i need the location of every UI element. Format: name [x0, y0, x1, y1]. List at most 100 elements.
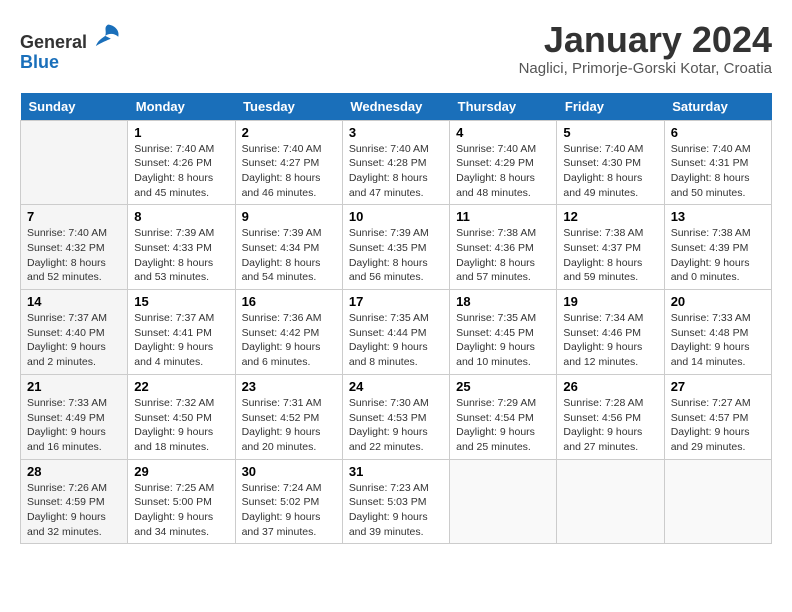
- calendar-day-cell: 25 Sunrise: 7:29 AM Sunset: 4:54 PM Dayli…: [450, 374, 557, 459]
- day-number: 29: [134, 464, 228, 479]
- day-number: 19: [563, 294, 657, 309]
- logo-general: General: [20, 32, 87, 52]
- calendar-day-cell: 12 Sunrise: 7:38 AM Sunset: 4:37 PM Dayli…: [557, 205, 664, 290]
- calendar-day-header: Monday: [128, 93, 235, 121]
- day-info: Sunrise: 7:33 AM Sunset: 4:49 PM Dayligh…: [27, 396, 121, 455]
- calendar-day-cell: 8Sunrise: 7:39 AM Sunset: 4:33 PM Daylig…: [128, 205, 235, 290]
- calendar-day-cell: 13 Sunrise: 7:38 AM Sunset: 4:39 PM Dayli…: [664, 205, 771, 290]
- day-info: Sunrise: 7:40 AM Sunset: 4:29 PM Dayligh…: [456, 142, 550, 201]
- calendar-day-cell: 2Sunrise: 7:40 AM Sunset: 4:27 PM Daylig…: [235, 120, 342, 205]
- calendar-day-cell: 6 Sunrise: 7:40 AM Sunset: 4:31 PM Daylig…: [664, 120, 771, 205]
- day-number: 15: [134, 294, 228, 309]
- day-number: 26: [563, 379, 657, 394]
- calendar-day-cell: 14Sunrise: 7:37 AM Sunset: 4:40 PM Dayli…: [21, 290, 128, 375]
- calendar-day-cell: 24Sunrise: 7:30 AM Sunset: 4:53 PM Dayli…: [342, 374, 449, 459]
- calendar-day-cell: 28 Sunrise: 7:26 AM Sunset: 4:59 PM Dayli…: [21, 459, 128, 544]
- calendar-day-cell: 22 Sunrise: 7:32 AM Sunset: 4:50 PM Dayli…: [128, 374, 235, 459]
- calendar-day-cell: [557, 459, 664, 544]
- calendar-week-row: 14Sunrise: 7:37 AM Sunset: 4:40 PM Dayli…: [21, 290, 772, 375]
- calendar-day-header: Wednesday: [342, 93, 449, 121]
- day-info: Sunrise: 7:30 AM Sunset: 4:53 PM Dayligh…: [349, 396, 443, 455]
- calendar-week-row: 28 Sunrise: 7:26 AM Sunset: 4:59 PM Dayli…: [21, 459, 772, 544]
- calendar-day-cell: 20 Sunrise: 7:33 AM Sunset: 4:48 PM Dayli…: [664, 290, 771, 375]
- calendar-day-cell: 1 Sunrise: 7:40 AM Sunset: 4:26 PM Daylig…: [128, 120, 235, 205]
- day-number: 3: [349, 125, 443, 140]
- day-number: 22: [134, 379, 228, 394]
- calendar-day-header: Thursday: [450, 93, 557, 121]
- day-info: Sunrise: 7:40 AM Sunset: 4:30 PM Dayligh…: [563, 142, 657, 201]
- day-number: 7: [27, 209, 121, 224]
- calendar-day-cell: 11 Sunrise: 7:38 AM Sunset: 4:36 PM Dayli…: [450, 205, 557, 290]
- calendar-day-cell: 31 Sunrise: 7:23 AM Sunset: 5:03 PM Dayli…: [342, 459, 449, 544]
- day-info: Sunrise: 7:38 AM Sunset: 4:39 PM Dayligh…: [671, 226, 765, 285]
- day-info: Sunrise: 7:40 AM Sunset: 4:28 PM Dayligh…: [349, 142, 443, 201]
- day-number: 30: [242, 464, 336, 479]
- calendar-week-row: 1 Sunrise: 7:40 AM Sunset: 4:26 PM Daylig…: [21, 120, 772, 205]
- logo: General Blue: [20, 20, 122, 73]
- day-info: Sunrise: 7:28 AM Sunset: 4:56 PM Dayligh…: [563, 396, 657, 455]
- calendar-day-cell: 9Sunrise: 7:39 AM Sunset: 4:34 PM Daylig…: [235, 205, 342, 290]
- day-info: Sunrise: 7:31 AM Sunset: 4:52 PM Dayligh…: [242, 396, 336, 455]
- calendar-day-cell: 5 Sunrise: 7:40 AM Sunset: 4:30 PM Daylig…: [557, 120, 664, 205]
- page-header: General Blue January 2024 Naglici, Primo…: [20, 20, 772, 77]
- calendar-day-cell: 18 Sunrise: 7:35 AM Sunset: 4:45 PM Dayli…: [450, 290, 557, 375]
- logo-blue: Blue: [20, 52, 59, 72]
- calendar-day-cell: 7Sunrise: 7:40 AM Sunset: 4:32 PM Daylig…: [21, 205, 128, 290]
- day-number: 9: [242, 209, 336, 224]
- calendar-day-cell: 27Sunrise: 7:27 AM Sunset: 4:57 PM Dayli…: [664, 374, 771, 459]
- day-number: 10: [349, 209, 443, 224]
- calendar-table: SundayMondayTuesdayWednesdayThursdayFrid…: [20, 93, 772, 545]
- day-info: Sunrise: 7:33 AM Sunset: 4:48 PM Dayligh…: [671, 311, 765, 370]
- day-info: Sunrise: 7:24 AM Sunset: 5:02 PM Dayligh…: [242, 481, 336, 540]
- day-number: 20: [671, 294, 765, 309]
- calendar-day-cell: [664, 459, 771, 544]
- day-info: Sunrise: 7:35 AM Sunset: 4:44 PM Dayligh…: [349, 311, 443, 370]
- day-number: 23: [242, 379, 336, 394]
- day-number: 11: [456, 209, 550, 224]
- calendar-body: 1 Sunrise: 7:40 AM Sunset: 4:26 PM Daylig…: [21, 120, 772, 544]
- day-info: Sunrise: 7:38 AM Sunset: 4:36 PM Dayligh…: [456, 226, 550, 285]
- day-info: Sunrise: 7:32 AM Sunset: 4:50 PM Dayligh…: [134, 396, 228, 455]
- calendar-day-cell: 21Sunrise: 7:33 AM Sunset: 4:49 PM Dayli…: [21, 374, 128, 459]
- day-info: Sunrise: 7:29 AM Sunset: 4:54 PM Dayligh…: [456, 396, 550, 455]
- day-number: 12: [563, 209, 657, 224]
- calendar-day-cell: 19 Sunrise: 7:34 AM Sunset: 4:46 PM Dayli…: [557, 290, 664, 375]
- day-info: Sunrise: 7:39 AM Sunset: 4:35 PM Dayligh…: [349, 226, 443, 285]
- calendar-week-row: 21Sunrise: 7:33 AM Sunset: 4:49 PM Dayli…: [21, 374, 772, 459]
- day-number: 17: [349, 294, 443, 309]
- day-number: 13: [671, 209, 765, 224]
- calendar-day-cell: [450, 459, 557, 544]
- calendar-day-header: Tuesday: [235, 93, 342, 121]
- calendar-day-cell: 26 Sunrise: 7:28 AM Sunset: 4:56 PM Dayli…: [557, 374, 664, 459]
- day-number: 5: [563, 125, 657, 140]
- day-info: Sunrise: 7:23 AM Sunset: 5:03 PM Dayligh…: [349, 481, 443, 540]
- calendar-day-cell: 3 Sunrise: 7:40 AM Sunset: 4:28 PM Daylig…: [342, 120, 449, 205]
- title-block: January 2024 Naglici, Primorje-Gorski Ko…: [519, 20, 772, 77]
- day-info: Sunrise: 7:39 AM Sunset: 4:33 PM Dayligh…: [134, 226, 228, 285]
- day-info: Sunrise: 7:38 AM Sunset: 4:37 PM Dayligh…: [563, 226, 657, 285]
- day-info: Sunrise: 7:40 AM Sunset: 4:31 PM Dayligh…: [671, 142, 765, 201]
- day-number: 25: [456, 379, 550, 394]
- day-number: 2: [242, 125, 336, 140]
- logo-bird-icon: [94, 20, 122, 48]
- day-info: Sunrise: 7:37 AM Sunset: 4:41 PM Dayligh…: [134, 311, 228, 370]
- day-info: Sunrise: 7:26 AM Sunset: 4:59 PM Dayligh…: [27, 481, 121, 540]
- day-number: 6: [671, 125, 765, 140]
- day-number: 28: [27, 464, 121, 479]
- day-number: 31: [349, 464, 443, 479]
- day-info: Sunrise: 7:34 AM Sunset: 4:46 PM Dayligh…: [563, 311, 657, 370]
- calendar-day-cell: 23 Sunrise: 7:31 AM Sunset: 4:52 PM Dayli…: [235, 374, 342, 459]
- logo-line1: General: [20, 20, 122, 53]
- day-number: 18: [456, 294, 550, 309]
- day-info: Sunrise: 7:36 AM Sunset: 4:42 PM Dayligh…: [242, 311, 336, 370]
- calendar-day-cell: [21, 120, 128, 205]
- page-subtitle: Naglici, Primorje-Gorski Kotar, Croatia: [519, 60, 772, 77]
- day-info: Sunrise: 7:40 AM Sunset: 4:26 PM Dayligh…: [134, 142, 228, 201]
- calendar-day-cell: 16 Sunrise: 7:36 AM Sunset: 4:42 PM Dayli…: [235, 290, 342, 375]
- calendar-day-cell: 17 Sunrise: 7:35 AM Sunset: 4:44 PM Dayli…: [342, 290, 449, 375]
- calendar-day-cell: 29 Sunrise: 7:25 AM Sunset: 5:00 PM Dayli…: [128, 459, 235, 544]
- day-number: 1: [134, 125, 228, 140]
- day-info: Sunrise: 7:25 AM Sunset: 5:00 PM Dayligh…: [134, 481, 228, 540]
- day-info: Sunrise: 7:35 AM Sunset: 4:45 PM Dayligh…: [456, 311, 550, 370]
- day-number: 16: [242, 294, 336, 309]
